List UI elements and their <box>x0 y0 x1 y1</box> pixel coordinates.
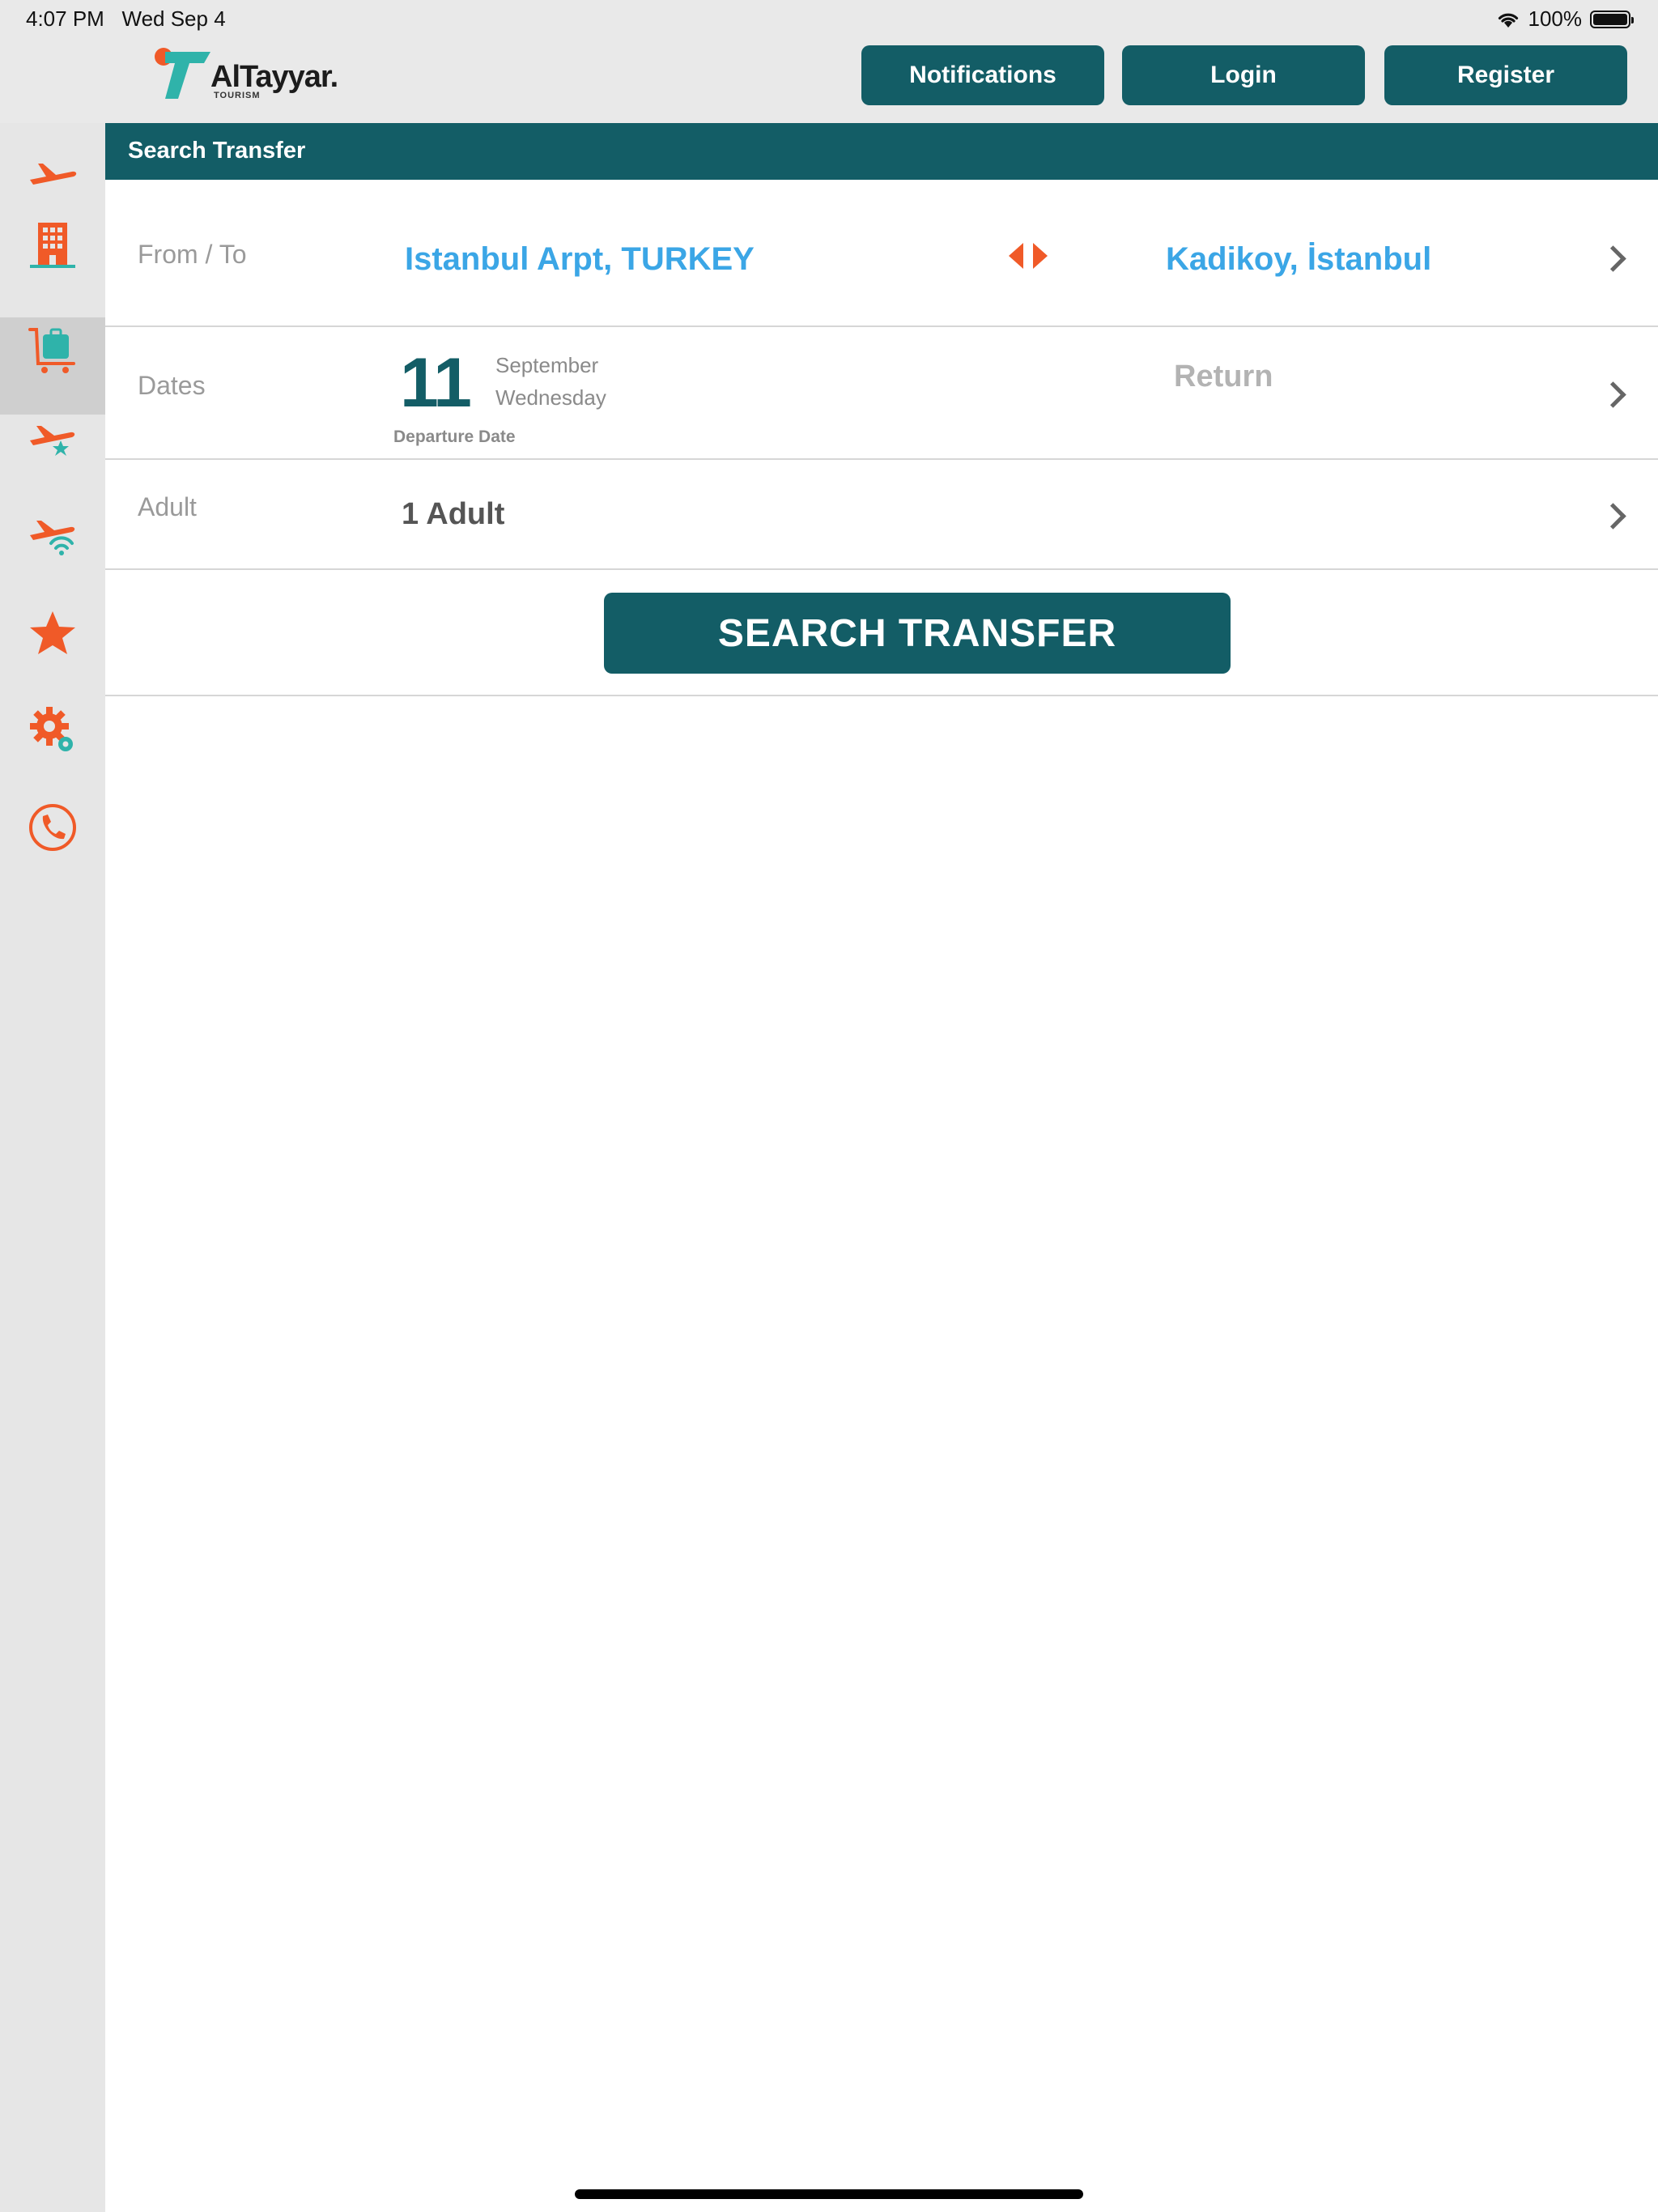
chevron-right-icon[interactable] <box>1600 381 1626 408</box>
swap-arrows-icon[interactable] <box>1004 240 1052 272</box>
home-indicator[interactable] <box>575 2189 1083 2199</box>
sidebar-item-featured-flights[interactable] <box>0 390 105 487</box>
from-location[interactable]: Istanbul Arpt, TURKEY <box>405 241 755 278</box>
dates-row[interactable]: Dates 11 September Wednesday Departure D… <box>105 327 1658 460</box>
status-bar-right: 100% <box>1496 6 1634 32</box>
sidebar-item-hotels[interactable] <box>0 196 105 293</box>
adult-label: Adult <box>138 492 197 521</box>
altayyar-logo: AlTayyar. TOURISM <box>151 47 345 104</box>
status-bar-time: 4:07 PM Wed Sep 4 <box>26 6 226 32</box>
dates-label: Dates <box>138 371 206 400</box>
battery-icon <box>1590 10 1634 28</box>
section-header: Search Transfer <box>105 123 1658 180</box>
status-date: Wed Sep 4 <box>121 6 226 31</box>
battery-percent: 100% <box>1528 6 1583 31</box>
login-button[interactable]: Login <box>1122 45 1365 105</box>
luggage-cart-icon <box>28 328 75 373</box>
sidebar-item-contact[interactable] <box>0 779 105 876</box>
logo-subtext: TOURISM <box>214 91 261 100</box>
to-location[interactable]: Kadikoy, İstanbul <box>1166 241 1431 278</box>
adult-count[interactable]: 1 Adult <box>402 497 504 532</box>
phone-icon <box>29 804 76 851</box>
logo-text: AlTayyar. <box>210 60 338 94</box>
search-row: SEARCH TRANSFER <box>105 570 1658 696</box>
chevron-right-icon[interactable] <box>1600 503 1626 530</box>
star-icon <box>30 611 75 654</box>
status-time: 4:07 PM <box>26 6 104 31</box>
plane-icon <box>30 164 77 185</box>
logo-mark-icon <box>155 48 210 99</box>
sidebar-item-flight-status[interactable] <box>0 487 105 585</box>
departure-date-caption: Departure Date <box>393 428 516 446</box>
chevron-right-icon[interactable] <box>1600 245 1626 272</box>
register-button[interactable]: Register <box>1384 45 1627 105</box>
sidebar <box>0 123 105 2212</box>
return-date-field[interactable]: Return <box>1174 359 1273 394</box>
wifi-icon <box>1498 13 1518 28</box>
hotel-building-icon <box>30 223 75 268</box>
plane-wifi-icon <box>30 521 75 555</box>
plane-star-icon <box>30 426 75 456</box>
departure-month: September <box>495 353 599 377</box>
adult-row[interactable]: Adult 1 Adult <box>105 460 1658 570</box>
top-bar: 4:07 PM Wed Sep 4 100% AlTayyar. TOURISM… <box>0 0 1658 123</box>
notifications-button[interactable]: Notifications <box>861 45 1104 105</box>
search-transfer-button[interactable]: SEARCH TRANSFER <box>604 593 1231 674</box>
departure-day[interactable]: 11 <box>400 343 472 423</box>
from-to-label: From / To <box>138 240 247 269</box>
from-to-row[interactable]: From / To Istanbul Arpt, TURKEY Kadikoy,… <box>105 180 1658 327</box>
sidebar-item-settings[interactable] <box>0 682 105 779</box>
gear-icon <box>30 707 73 751</box>
sidebar-item-favorites[interactable] <box>0 585 105 682</box>
departure-weekday: Wednesday <box>495 385 606 410</box>
section-title: Search Transfer <box>128 138 306 164</box>
